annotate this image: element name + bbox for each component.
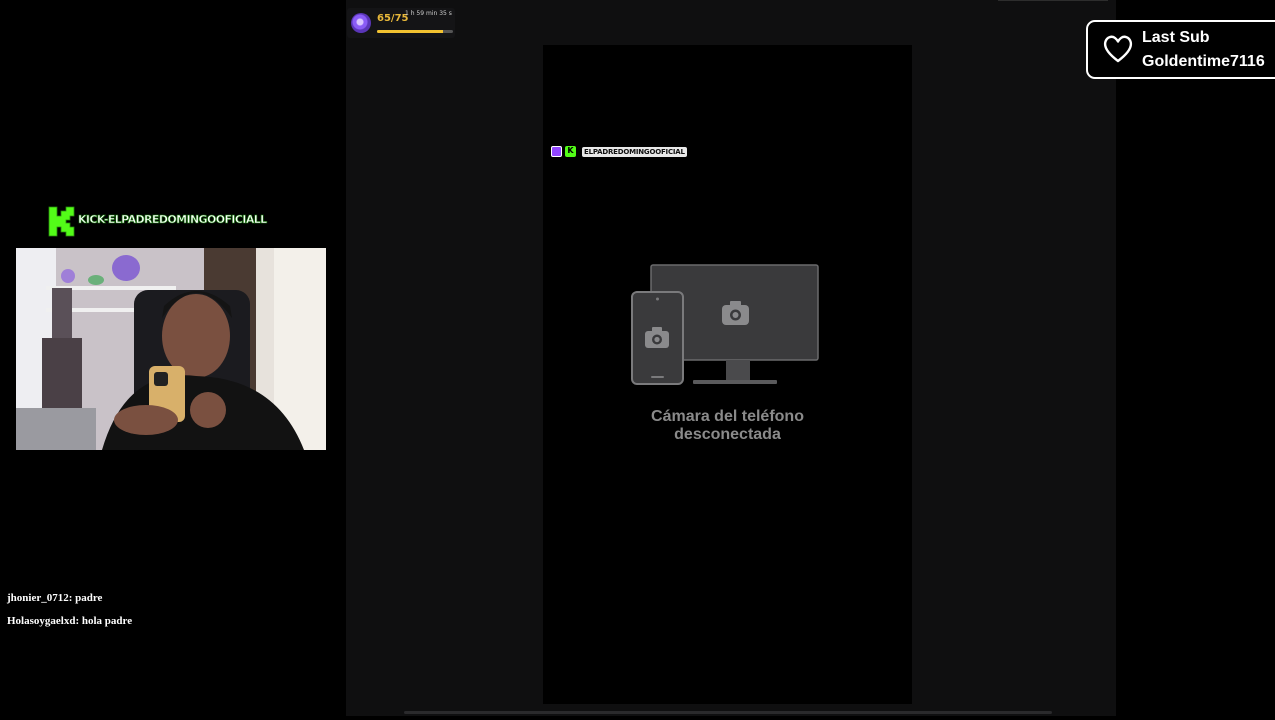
sub-goal-widget: 65/75 1 h 59 min 35 s (347, 8, 455, 38)
last-sub-name: Goldentime7116 (1142, 53, 1265, 70)
goal-count: 65/75 (377, 13, 409, 24)
chat-overlay: jhonier_0712: padre Holasoygaelxd: hola … (7, 591, 132, 637)
top-divider (998, 0, 1108, 1)
heart-icon (1103, 35, 1133, 63)
last-sub-title: Last Sub (1142, 29, 1210, 46)
devices-disconnected-icon (631, 264, 819, 385)
goal-time-left: 1 h 59 min 35 s (405, 10, 452, 17)
chat-message: Holasoygaelxd: hola padre (7, 615, 133, 627)
phone-stream-area: K ELPADREDOMINGOOFICIAL Cámara del teléf (543, 45, 912, 704)
kick-logo-icon (48, 206, 75, 237)
bottom-scrollbar[interactable] (404, 711, 1052, 714)
goal-progress-bar (377, 30, 453, 33)
chat-message: jhonier_0712: padre (7, 592, 103, 604)
webcam-feed (16, 248, 326, 450)
phone-disconnected-message: Cámara del teléfono desconectada (603, 408, 852, 444)
sub-goal-icon (351, 13, 371, 33)
stream-overlay: 65/75 1 h 59 min 35 s K ELPADREDOMINGOOF… (0, 0, 1275, 720)
phone-social-tags: K ELPADREDOMINGOOFICIAL (551, 146, 687, 157)
disconnected-line-1: Cámara del teléfono (651, 408, 804, 425)
goal-progress-fill (377, 30, 444, 33)
phone-handle: ELPADREDOMINGOOFICIAL (582, 146, 687, 157)
kick-small-icon: K (565, 146, 576, 157)
disconnected-line-2: desconectada (674, 426, 781, 443)
last-sub-widget: Last Sub Goldentime7116 (1086, 20, 1275, 79)
webcam-image (16, 248, 326, 450)
kick-channel-handle: KICK-ELPADREDOMINGOOFICIALL (78, 213, 268, 227)
twitch-icon (551, 146, 562, 157)
